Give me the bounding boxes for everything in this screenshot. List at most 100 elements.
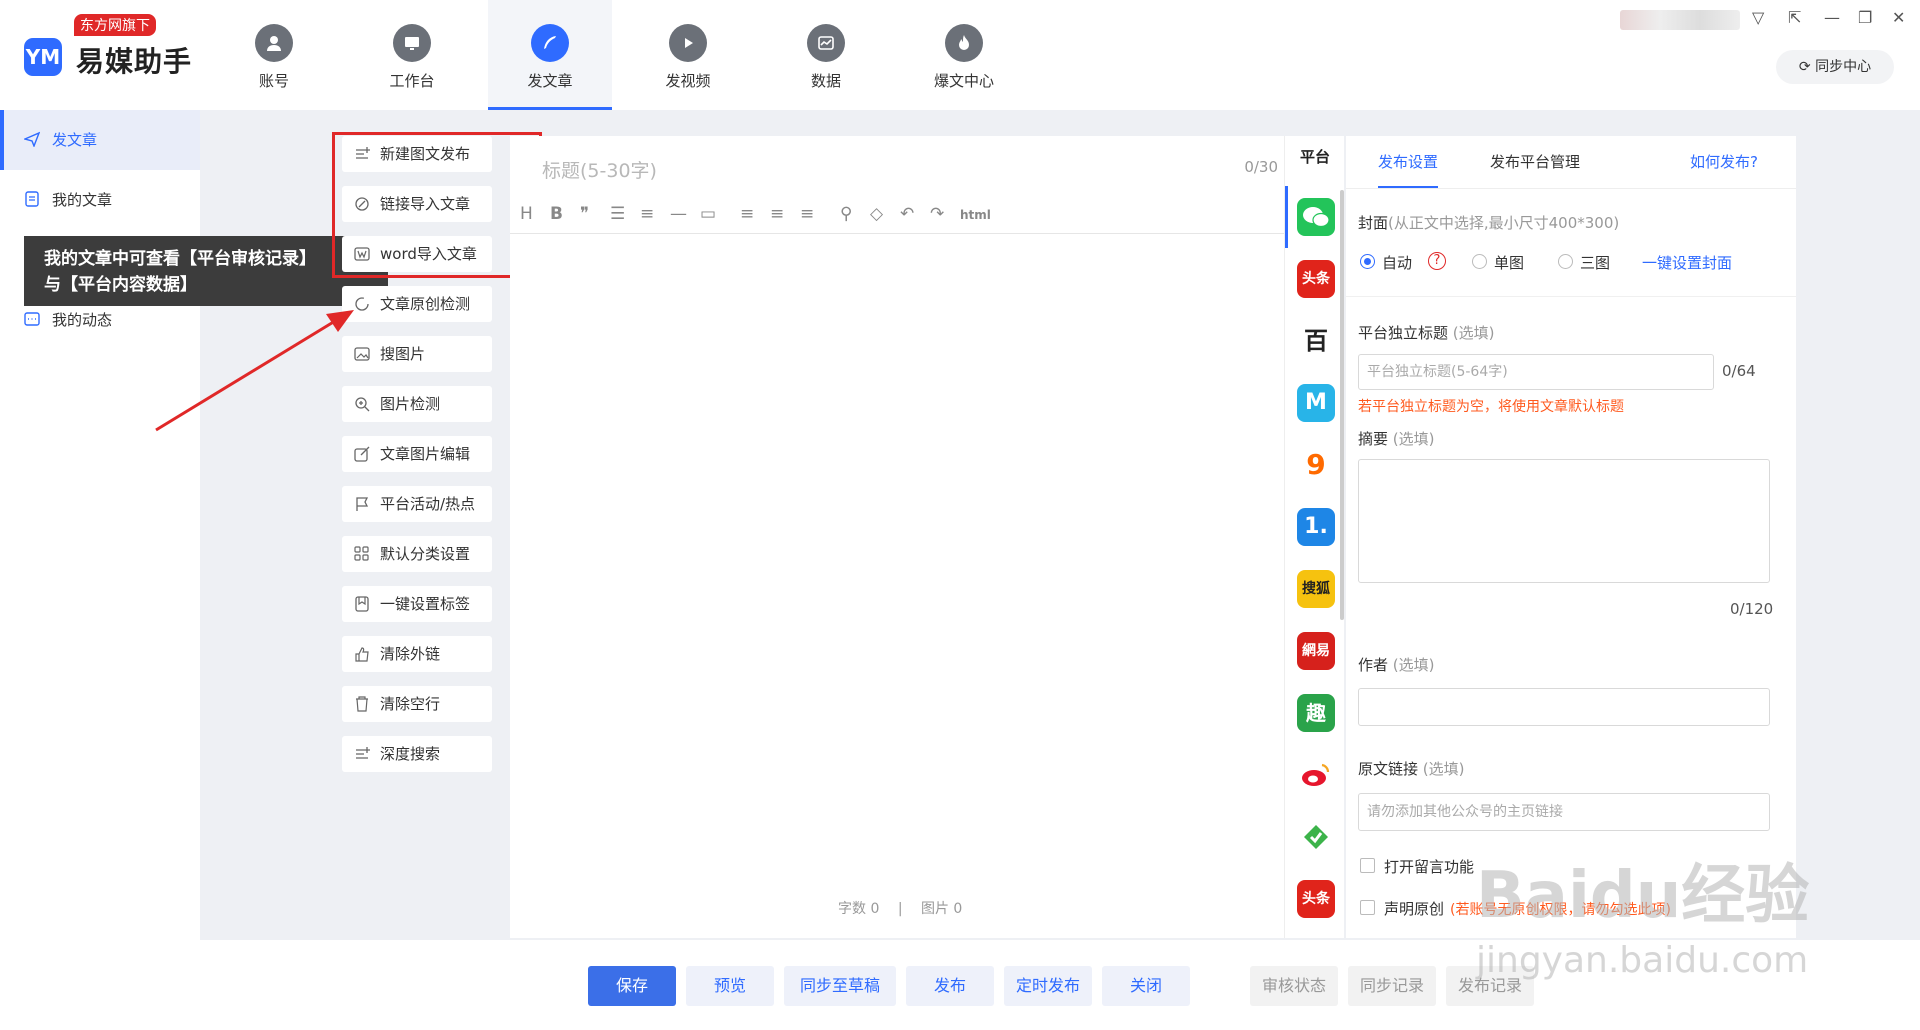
platform-title-warning: 若平台独立标题为空，将使用文章默认标题: [1358, 399, 1624, 415]
tab-platform-management[interactable]: 发布平台管理: [1490, 136, 1580, 188]
send-icon: [24, 131, 40, 147]
align-right-icon[interactable]: ≡: [800, 204, 814, 224]
publish-button[interactable]: 发布: [906, 966, 994, 1006]
dayu-icon[interactable]: M: [1297, 384, 1335, 422]
cover-triple-label: 三图: [1580, 254, 1611, 272]
set-cover-link[interactable]: 一键设置封面: [1642, 252, 1732, 273]
tab-publish-settings[interactable]: 发布设置: [1378, 136, 1439, 188]
qutoutiao-icon[interactable]: 趣: [1297, 694, 1335, 732]
sohu-icon[interactable]: 搜狐: [1297, 570, 1335, 608]
tool-label: 文章图片编辑: [380, 445, 471, 463]
author-input[interactable]: [1358, 688, 1770, 726]
cover-single-radio[interactable]: 单图: [1472, 252, 1524, 273]
sohu-fox-icon[interactable]: 9: [1297, 446, 1335, 484]
source-link-input[interactable]: 请勿添加其他公众号的主页链接: [1358, 793, 1770, 831]
tool-set-tags[interactable]: 一键设置标签: [342, 586, 492, 622]
insert-image-icon[interactable]: ▭: [700, 204, 716, 224]
html-source-button[interactable]: html: [960, 208, 991, 222]
editor-body[interactable]: [510, 236, 1284, 876]
minimize-icon[interactable]: —: [1824, 8, 1840, 27]
platform-scrollbar[interactable]: [1340, 190, 1344, 620]
tool-edit-images[interactable]: 文章图片编辑: [342, 436, 492, 472]
tab-account[interactable]: 账号: [212, 0, 336, 110]
wechat-icon[interactable]: [1297, 198, 1335, 236]
tool-label: 搜图片: [380, 345, 426, 363]
weibo-icon[interactable]: [1297, 756, 1335, 794]
platform-title-input[interactable]: 平台独立标题(5-64字): [1358, 354, 1714, 390]
aiqiyi-icon[interactable]: [1297, 818, 1335, 856]
undo-icon[interactable]: ↶: [900, 204, 914, 224]
baidu-watermark: Baidu经验: [1476, 859, 1810, 933]
tab-label: 数据: [810, 72, 841, 90]
summary-label: 摘要 (选填): [1358, 428, 1435, 449]
schedule-publish-button[interactable]: 定时发布: [1004, 966, 1092, 1006]
sidebar-item-publish-article[interactable]: 发文章: [0, 110, 200, 170]
close-button[interactable]: 关闭: [1102, 966, 1190, 1006]
list-search-icon: [356, 747, 370, 759]
tab-label: 工作台: [389, 72, 435, 90]
tab-publish-video[interactable]: 发视频: [626, 0, 750, 110]
cover-auto-radio[interactable]: 自动: [1360, 252, 1412, 273]
bold-icon[interactable]: B: [550, 204, 563, 224]
align-center-icon[interactable]: ≡: [770, 204, 784, 224]
cover-triple-radio[interactable]: 三图: [1558, 252, 1610, 273]
eraser-icon[interactable]: ◇: [870, 204, 883, 224]
tab-hot-articles[interactable]: 爆文中心: [902, 0, 1026, 110]
tool-clear-links[interactable]: 清除外链: [342, 636, 492, 672]
baijiahao-icon[interactable]: 百: [1297, 322, 1335, 360]
find-icon[interactable]: ⚲: [840, 204, 852, 224]
tool-label: 默认分类设置: [380, 545, 471, 563]
preview-button[interactable]: 预览: [686, 966, 774, 1006]
toutiao-icon-2[interactable]: 头条: [1297, 880, 1335, 918]
logo-mark-icon: YM: [24, 38, 62, 76]
tool-label: 深度搜索: [380, 745, 441, 763]
title-input[interactable]: 标题(5-30字): [542, 156, 657, 183]
restore-icon[interactable]: ❐: [1858, 8, 1872, 27]
sidebar-item-label: 我的动态: [52, 311, 113, 329]
sync-draft-button[interactable]: 同步至草稿: [784, 966, 896, 1006]
baidu-watermark-url: jingyan.baidu.com: [1476, 940, 1809, 981]
comment-checkbox[interactable]: 打开留言功能: [1360, 856, 1474, 877]
chart-icon: [807, 24, 845, 62]
tab-data[interactable]: 数据: [764, 0, 888, 110]
how-to-publish-link[interactable]: 如何发布?: [1690, 136, 1758, 188]
tool-deep-search[interactable]: 深度搜索: [342, 736, 492, 772]
netease-icon[interactable]: 網易: [1297, 632, 1335, 670]
tool-default-category[interactable]: 默认分类设置: [342, 536, 492, 572]
redo-icon[interactable]: ↷: [930, 204, 944, 224]
popout-icon[interactable]: ⇱: [1788, 8, 1801, 27]
user-avatar-blurred[interactable]: [1620, 10, 1740, 30]
divider-icon[interactable]: —: [670, 204, 687, 224]
help-icon[interactable]: ?: [1428, 252, 1446, 270]
align-left-icon[interactable]: ≡: [740, 204, 754, 224]
summary-textarea[interactable]: [1358, 459, 1770, 583]
cover-label: 封面(从正文中选择,最小尺寸400*300): [1358, 212, 1619, 233]
heading-icon[interactable]: H: [520, 204, 533, 224]
sync-record-button[interactable]: 同步记录: [1348, 966, 1436, 1006]
article-editor: 标题(5-30字) 0/30 H B ❞ ☰ ≡ — ▭ ≡ ≡ ≡ ⚲ ◇ ↶…: [510, 136, 1284, 938]
tool-label: 一键设置标签: [380, 595, 471, 613]
toutiao-icon[interactable]: 头条: [1297, 260, 1335, 298]
ordered-list-icon[interactable]: ☰: [610, 204, 625, 224]
image-count: 图片 0: [920, 901, 963, 917]
tab-publish-article[interactable]: 发文章: [488, 0, 612, 110]
author-label: 作者 (选填): [1358, 654, 1435, 675]
save-button[interactable]: 保存: [588, 966, 676, 1006]
unordered-list-icon[interactable]: ≡: [640, 204, 654, 224]
tool-clear-blank-lines[interactable]: 清除空行: [342, 686, 492, 722]
tool-label: 清除空行: [380, 695, 441, 713]
cover-auto-label: 自动: [1382, 254, 1413, 272]
tool-platform-events[interactable]: 平台活动/热点: [342, 486, 492, 522]
sidebar-item-my-articles[interactable]: 我的文章: [0, 170, 200, 230]
quote-icon[interactable]: ❞: [580, 204, 589, 224]
yidian-icon[interactable]: 1.: [1297, 508, 1335, 546]
summary-count: 0/120: [1730, 600, 1774, 618]
close-icon[interactable]: ✕: [1892, 8, 1905, 27]
review-status-button[interactable]: 审核状态: [1250, 966, 1338, 1006]
sync-center-button[interactable]: ⟳ 同步中心: [1776, 50, 1894, 84]
user-icon: [255, 24, 293, 62]
comment-label: 打开留言功能: [1384, 858, 1475, 876]
dropdown-icon[interactable]: ▽: [1752, 8, 1764, 27]
tab-divider: [1346, 188, 1796, 189]
tab-workbench[interactable]: 工作台: [350, 0, 474, 110]
